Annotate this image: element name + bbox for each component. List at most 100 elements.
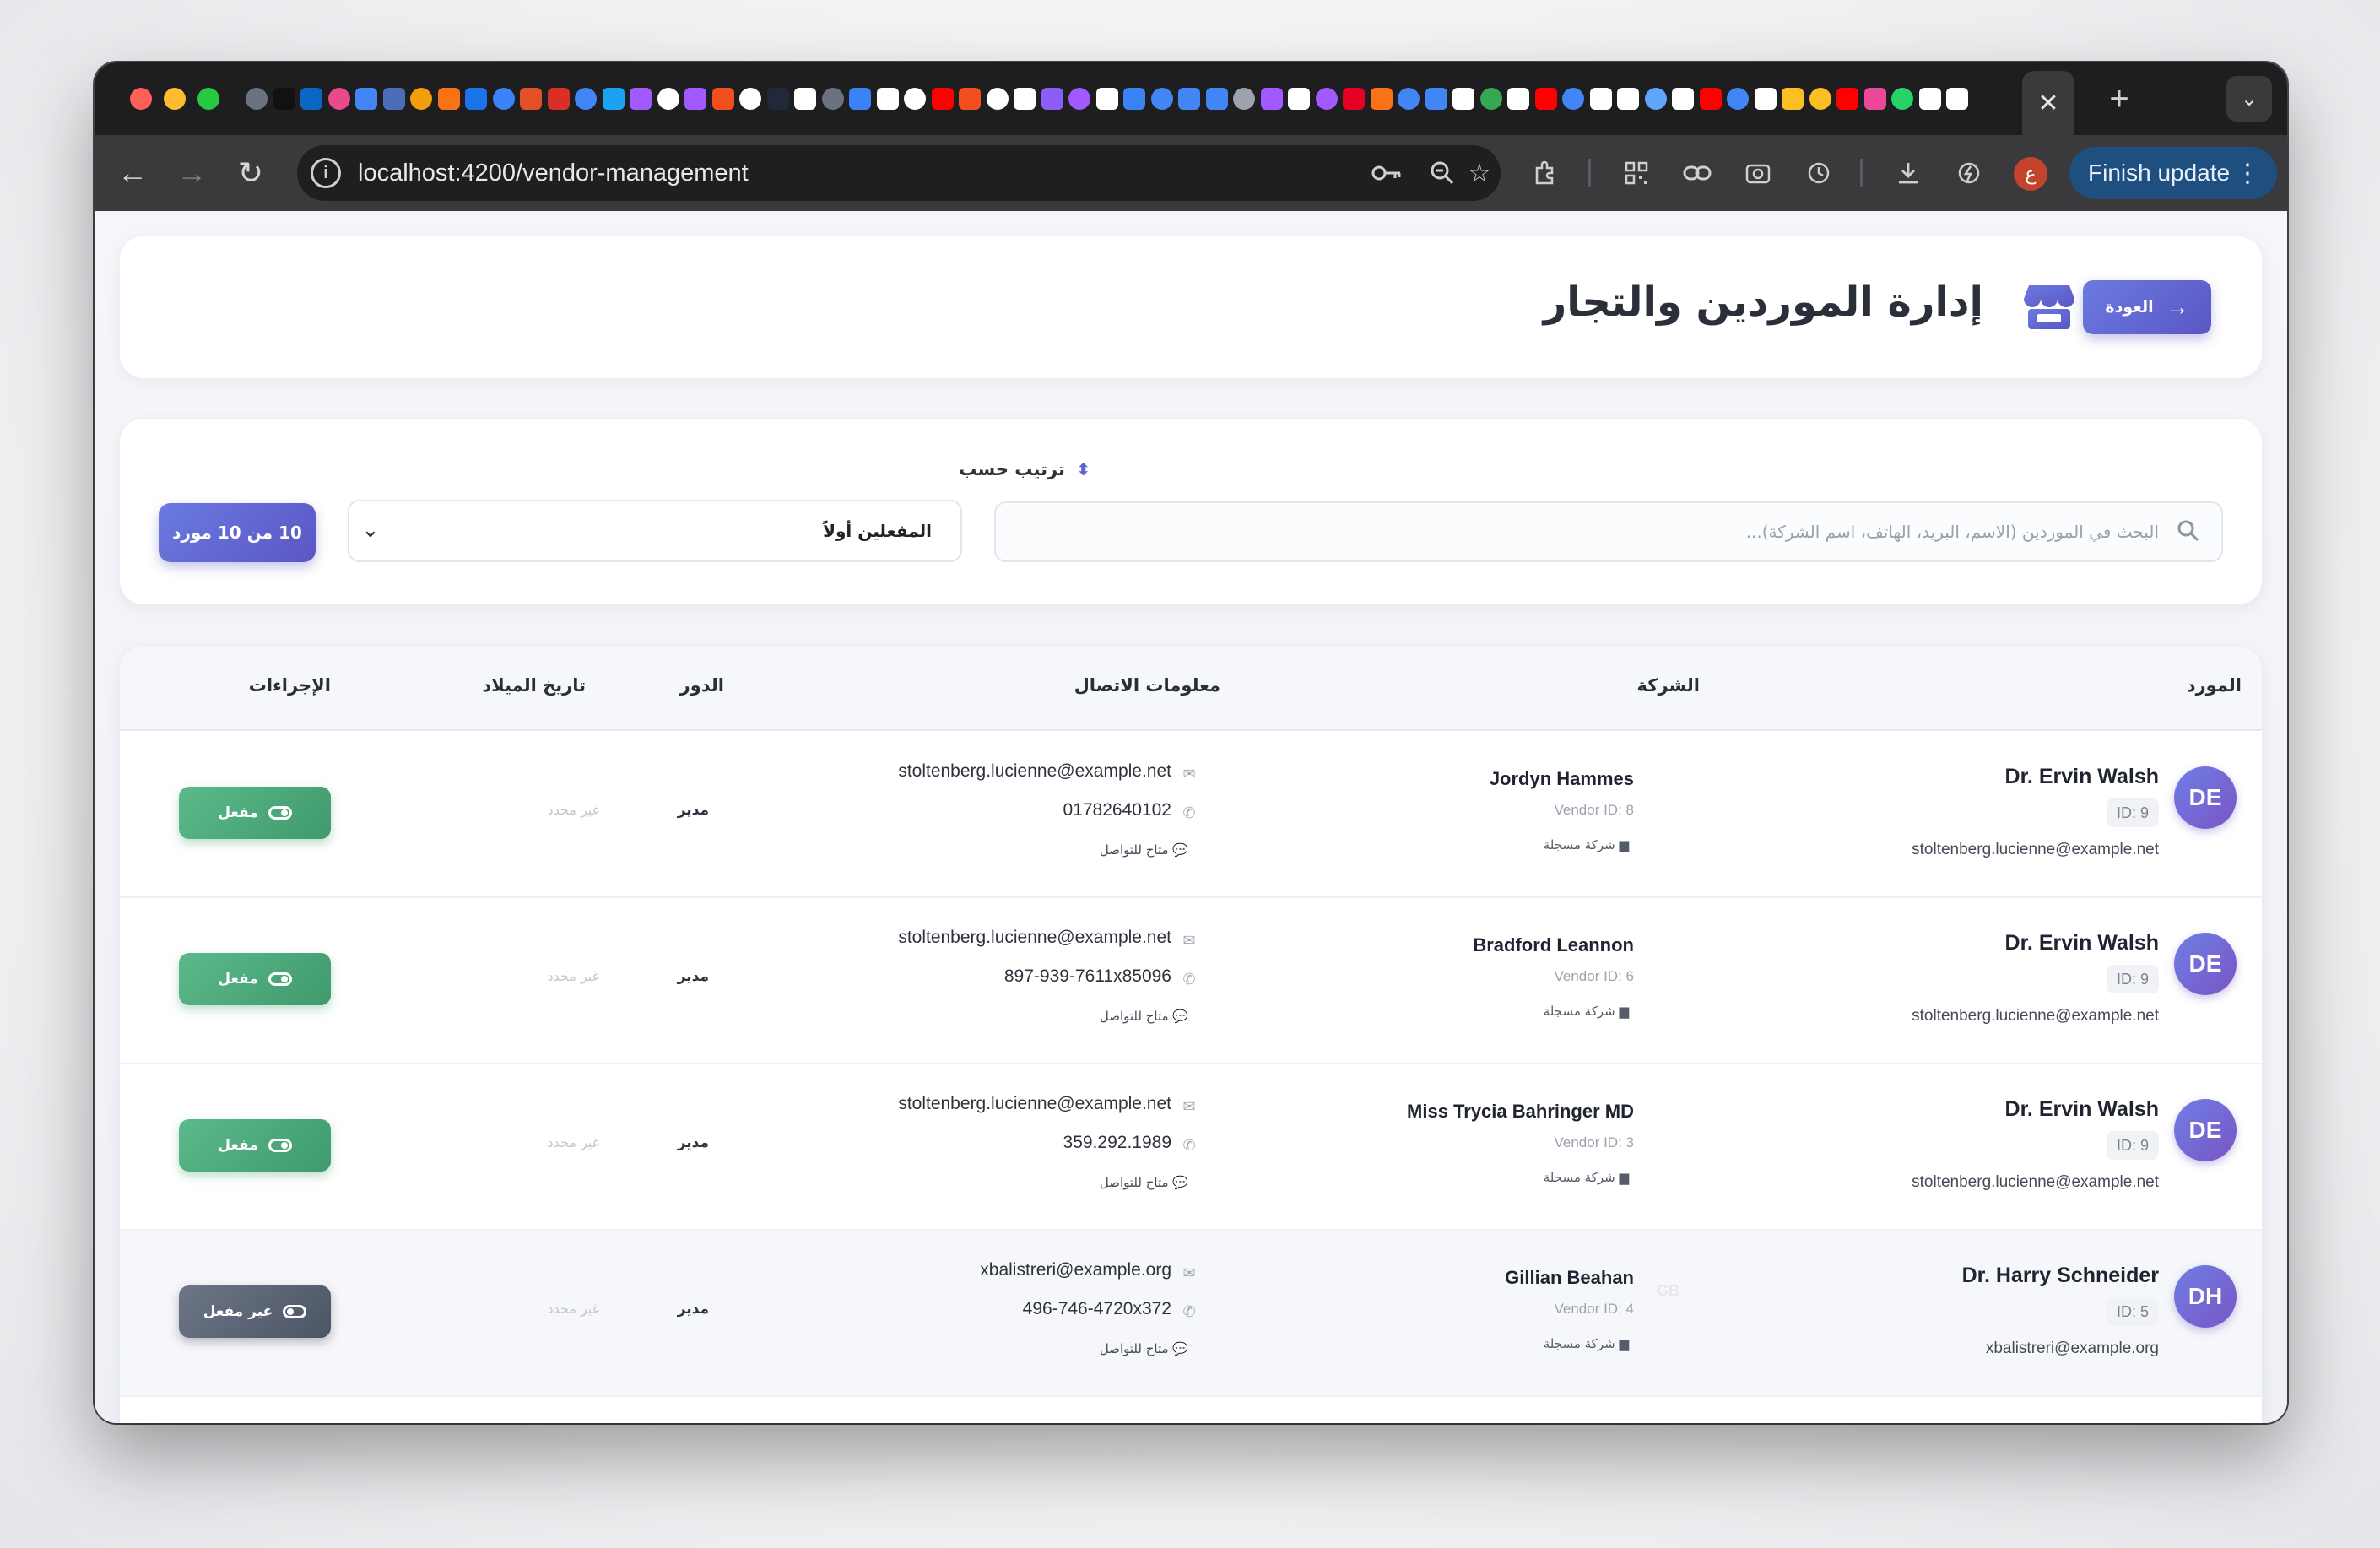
tab-favicon[interactable]: [956, 84, 984, 113]
header-role[interactable]: الدور: [680, 675, 724, 696]
tab-favicon[interactable]: [1533, 84, 1561, 113]
contact-email: stoltenberg.lucienne@example.net: [898, 1094, 1171, 1113]
tab-favicon[interactable]: [381, 84, 408, 113]
tab-favicon[interactable]: [271, 84, 299, 113]
tab-favicon[interactable]: [1313, 84, 1341, 113]
tab-favicon[interactable]: [545, 84, 573, 113]
site-favicon-icon: [1836, 88, 1859, 110]
site-info-icon[interactable]: i: [311, 158, 341, 188]
tab-favicon[interactable]: [298, 84, 326, 113]
tab-favicon[interactable]: [435, 84, 463, 113]
tab-favicon[interactable]: [517, 84, 545, 113]
tab-favicon[interactable]: [1588, 84, 1615, 113]
tab-favicon[interactable]: [847, 84, 874, 113]
forward-nav-button[interactable]: →: [170, 152, 213, 194]
back-nav-button[interactable]: ←: [111, 152, 154, 194]
status-toggle-button[interactable]: مفعل: [179, 787, 331, 839]
header-company[interactable]: الشركة: [1637, 675, 1700, 696]
link-icon[interactable]: [1676, 152, 1718, 194]
tab-favicon[interactable]: [572, 84, 600, 113]
profile-avatar[interactable]: ع: [2014, 157, 2047, 191]
tab-favicon[interactable]: [627, 84, 655, 113]
tab-favicon[interactable]: [737, 84, 765, 113]
tab-favicon[interactable]: [1642, 84, 1670, 113]
tab-favicon[interactable]: [1862, 84, 1890, 113]
tab-favicon[interactable]: [710, 84, 738, 113]
tab-favicon[interactable]: [1204, 84, 1231, 113]
tab-favicon[interactable]: [1944, 84, 1972, 113]
tab-favicon[interactable]: [984, 84, 1012, 113]
tab-favicon[interactable]: [1231, 84, 1258, 113]
status-toggle-button[interactable]: مفعل: [179, 1119, 331, 1172]
tab-favicon[interactable]: [1724, 84, 1752, 113]
tab-favicon[interactable]: [929, 84, 957, 113]
header-dob[interactable]: تاريخ الميلاد: [482, 675, 586, 696]
tab-favicon[interactable]: [353, 84, 381, 113]
new-tab-button[interactable]: +: [2100, 79, 2139, 118]
tab-favicon[interactable]: [1094, 84, 1122, 113]
tab-favicon[interactable]: [682, 84, 710, 113]
tab-favicon[interactable]: [1285, 84, 1313, 113]
tab-favicon[interactable]: [243, 84, 271, 113]
status-toggle-button[interactable]: غير مفعل: [179, 1285, 331, 1338]
tab-favicon[interactable]: [1752, 84, 1780, 113]
tab-favicon[interactable]: [1121, 84, 1149, 113]
tab-favicon[interactable]: [408, 84, 435, 113]
tab-favicon[interactable]: [819, 84, 847, 113]
active-tab-close-button[interactable]: ✕: [2022, 71, 2074, 135]
tab-search-button[interactable]: ⌄: [2226, 76, 2272, 122]
screenshot-icon[interactable]: [1737, 152, 1779, 194]
tab-favicon[interactable]: [1423, 84, 1451, 113]
tab-favicon[interactable]: [1697, 84, 1725, 113]
zoom-icon[interactable]: [1423, 154, 1462, 192]
tab-favicon[interactable]: [1066, 84, 1094, 113]
tab-favicon[interactable]: [1450, 84, 1478, 113]
history-icon[interactable]: [1798, 152, 1840, 194]
tab-favicon[interactable]: [901, 84, 929, 113]
tab-favicon[interactable]: [1149, 84, 1176, 113]
tab-favicon[interactable]: [1917, 84, 1945, 113]
tab-favicon[interactable]: [1889, 84, 1917, 113]
tab-favicon[interactable]: [1615, 84, 1642, 113]
maximize-window-button[interactable]: [197, 88, 219, 110]
tab-favicon[interactable]: [326, 84, 354, 113]
tab-favicon[interactable]: [1669, 84, 1697, 113]
sort-select[interactable]: المفعلين أولاً ⌄: [348, 500, 962, 562]
download-icon[interactable]: [1887, 152, 1929, 194]
tab-favicon[interactable]: [490, 84, 518, 113]
finish-update-button[interactable]: Finish update ⋮: [2069, 147, 2277, 199]
tab-favicon[interactable]: [462, 84, 490, 113]
tab-favicon[interactable]: [1834, 84, 1862, 113]
tab-favicon[interactable]: [655, 84, 683, 113]
tab-favicon[interactable]: [600, 84, 628, 113]
tab-favicon[interactable]: [765, 84, 792, 113]
tab-favicon[interactable]: [1779, 84, 1807, 113]
bookmark-star-icon[interactable]: ☆: [1460, 154, 1499, 192]
tab-favicon[interactable]: [1478, 84, 1506, 113]
tab-favicon[interactable]: [1011, 84, 1039, 113]
header-vendor[interactable]: المورد: [2187, 675, 2242, 696]
tab-favicon[interactable]: [792, 84, 819, 113]
performance-icon[interactable]: [1948, 152, 1990, 194]
address-bar[interactable]: i localhost:4200/vendor-management ☆: [297, 145, 1501, 201]
key-icon[interactable]: [1367, 154, 1406, 192]
extensions-icon[interactable]: [1524, 152, 1566, 194]
tab-favicon[interactable]: [1505, 84, 1533, 113]
tab-favicon[interactable]: [1395, 84, 1423, 113]
minimize-window-button[interactable]: [164, 88, 186, 110]
tab-favicon[interactable]: [1368, 84, 1396, 113]
status-toggle-button[interactable]: مفعل: [179, 953, 331, 1005]
qr-code-icon[interactable]: [1615, 152, 1658, 194]
tab-favicon[interactable]: [1340, 84, 1368, 113]
tab-favicon[interactable]: [1560, 84, 1588, 113]
tab-favicon[interactable]: [1039, 84, 1067, 113]
close-window-button[interactable]: [130, 88, 152, 110]
header-contact[interactable]: معلومات الاتصال: [1074, 675, 1220, 696]
reload-button[interactable]: ↻: [230, 152, 272, 194]
vendor-search-input[interactable]: البحث في الموردين (الاسم، البريد، الهاتف…: [994, 501, 2223, 562]
tab-favicon[interactable]: [1807, 84, 1835, 113]
tab-favicon[interactable]: [874, 84, 902, 113]
tab-favicon[interactable]: [1176, 84, 1204, 113]
tab-favicon[interactable]: [1258, 84, 1286, 113]
back-button[interactable]: العودة →: [2083, 280, 2211, 334]
